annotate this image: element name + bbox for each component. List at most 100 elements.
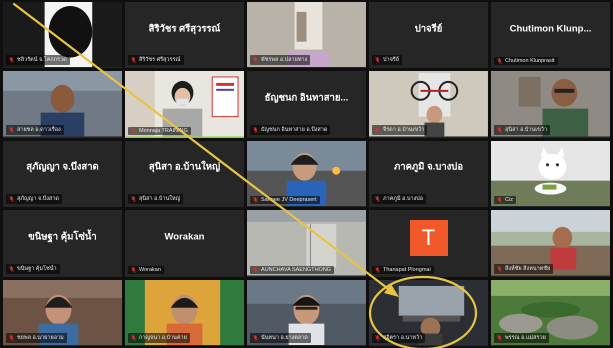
participant-name-label: สายชล อ.ดาวเรือง: [6, 124, 64, 135]
muted-mic-icon: [131, 128, 136, 134]
muted-mic-icon: [253, 335, 258, 341]
participant-name-label: ธัญชนก อินทาสาย อ.บึงสาด: [250, 124, 331, 135]
zoom-gallery-view: ชลิวรัตน์ จ.โคกกรวด สิริวัชร ศรีสุวรรณ์ สิ…: [0, 0, 613, 348]
participant-tile-p12[interactable]: สุนิสา อ.บ้านใหญ่ สุนิสา อ.บ้านใหญ่: [125, 140, 244, 208]
participant-display-name: ขนิษฐา คุ้มโซ่น้ำ: [28, 231, 97, 243]
muted-mic-icon: [131, 266, 136, 273]
participant-tile-p7[interactable]: Monnaja TRAINING: [125, 71, 244, 138]
participant-tile-p14[interactable]: ภาคภูมิ จ.บางบ่อภาคภูมิ อ.บางบ่อ: [369, 140, 488, 208]
participant-tile-p13[interactable]: Sarinee JV Deeprasert: [247, 140, 366, 208]
participant-display-name: Chutimon Klunp...: [509, 23, 592, 35]
muted-mic-icon: [253, 266, 258, 273]
participant-tile-p25[interactable]: พรรณ อ.แม่สรวย: [491, 279, 610, 346]
participant-name-label: ปาจรีย์: [372, 55, 402, 66]
participant-tile-p20[interactable]: สิงห์ชัย สิงหนาทชัย: [491, 210, 610, 277]
muted-mic-icon: [497, 335, 502, 341]
participant-name-text: นันทนา อ.ยางตลาด: [261, 335, 308, 341]
participant-tile-p2[interactable]: สิริวัชร ศรีสุวรรณ์ สิริวัชร ศรีสุวรรณ์: [125, 2, 244, 69]
participant-name-text: สุนิสา อ.บ้านเขว้า: [505, 126, 548, 133]
participant-name-text: Thanapat Plongmai: [383, 266, 431, 273]
participant-name-label: สิงห์ชัย สิงหนาทชัย: [494, 263, 554, 274]
participant-name-text: สิงห์ชัย สิงหนาทชัย: [505, 265, 551, 272]
muted-mic-icon: [9, 127, 14, 133]
participant-name-label: ชยพล อ.นายายอาม: [6, 333, 67, 343]
participant-tile-p16[interactable]: ขนิษฐา คุ้มโซ่น้ำ ขนิษฐา คุ้มโซ่น้ำ: [3, 210, 122, 277]
muted-mic-icon: [9, 335, 14, 341]
participant-tile-p17[interactable]: Worakan Worakan: [125, 210, 244, 277]
participant-display-name: Worakan: [164, 231, 205, 243]
participant-tile-p18[interactable]: AUNCHAVA SAENGTHONG: [247, 210, 366, 277]
muted-mic-icon: [253, 197, 258, 203]
participant-tile-p23[interactable]: นันทนา อ.ยางตลาด: [247, 279, 366, 346]
participant-name-label: Worakan: [128, 265, 164, 274]
participant-tile-p21[interactable]: ชยพล อ.นายายอาม: [3, 279, 122, 346]
muted-mic-icon: [375, 57, 380, 64]
participant-name-text: AUNCHAVA SAENGTHONG: [261, 266, 332, 273]
participant-tile-p10[interactable]: สุนิสา อ.บ้านเขว้า: [491, 71, 610, 138]
participant-name-text: สุนิสา อ.บ้านใหญ่: [139, 196, 181, 203]
participant-name-text: พัชรพล อ.ปลายทาง: [261, 57, 308, 64]
participant-display-name: ภาคภูมิ จ.บางบ่อ: [393, 161, 464, 173]
participant-name-text: พรรณ อ.แม่สรวย: [505, 335, 546, 341]
participant-name-label: สุนิสา อ.บ้านเขว้า: [494, 124, 551, 135]
muted-mic-icon: [497, 197, 502, 203]
participant-tile-p4[interactable]: ปาจรีย์ ปาจรีย์: [369, 2, 488, 69]
participant-name-label: สุนิสา อ.บ้านใหญ่: [128, 194, 184, 205]
participant-name-label: พัชรพล อ.ปลายทาง: [250, 55, 311, 66]
participant-display-name: สุภัญญา จ.บึงสาด: [26, 161, 99, 173]
participant-grid: ชลิวรัตน์ จ.โคกกรวด สิริวัชร ศรีสุวรรณ์ สิ…: [3, 2, 610, 346]
participant-name-label: ภาคภูมิ อ.บางบ่อ: [372, 194, 427, 205]
participant-name-text: จีรดา อ.บ้านเขว้า: [383, 126, 425, 133]
participant-tile-p9[interactable]: จีรดา อ.บ้านเขว้า: [369, 71, 488, 138]
participant-tile-p24[interactable]: สุจิตรา อ.นาหว้า: [369, 279, 488, 346]
participant-name-label: Thanapat Plongmai: [372, 265, 434, 274]
muted-mic-icon: [131, 57, 136, 64]
participant-name-text: สายชล อ.ดาวเรือง: [17, 126, 61, 133]
participant-name-label: จีรดา อ.บ้านเขว้า: [372, 124, 428, 135]
participant-name-text: สุจิตรา อ.นาหว้า: [383, 335, 423, 341]
participant-name-label: Chutimon Klunprasit: [494, 57, 558, 66]
participant-name-text: ขนิษฐา คุ้มโซ่น้ำ: [17, 265, 57, 272]
participant-name-text: สุภัญญา จ.บึงสาด: [17, 196, 59, 203]
participant-name-text: Sarinee JV Deeprasert: [261, 197, 317, 204]
participant-display-name: สุนิสา อ.บ้านใหญ่: [148, 161, 221, 173]
participant-tile-p1[interactable]: ชลิวรัตน์ จ.โคกกรวด: [3, 2, 122, 69]
participant-tile-p15[interactable]: Ciz: [491, 140, 610, 208]
participant-name-label: สิริวัชร ศรีสุวรรณ์: [128, 55, 184, 66]
participant-name-label: สุจิตรา อ.นาหว้า: [372, 333, 426, 343]
muted-mic-icon: [131, 335, 136, 341]
participant-name-label: พรรณ อ.แม่สรวย: [494, 333, 549, 343]
participant-name-label: ขนิษฐา คุ้มโซ่น้ำ: [6, 263, 60, 274]
participant-tile-p19[interactable]: T Thanapat Plongmai: [369, 210, 488, 277]
participant-name-label: ชลิวรัตน์ จ.โคกกรวด: [6, 55, 70, 66]
participant-tile-p3[interactable]: พัชรพล อ.ปลายทาง: [247, 2, 366, 69]
muted-mic-icon: [375, 335, 380, 341]
participant-name-label: สุภัญญา จ.บึงสาด: [6, 194, 62, 205]
participant-name-text: ชยพล อ.นายายอาม: [17, 335, 64, 341]
participant-name-text: Ciz: [505, 197, 513, 204]
muted-mic-icon: [497, 127, 502, 133]
participant-display-name: ธัญชนก อินทาสาย...: [264, 92, 349, 104]
participant-name-text: กาญจนา อ.บ้านค่าย: [139, 335, 187, 341]
participant-name-text: ภาคภูมิ อ.บางบ่อ: [383, 196, 424, 203]
participant-tile-p6[interactable]: สายชล อ.ดาวเรือง: [3, 71, 122, 138]
participant-name-label: นันทนา อ.ยางตลาด: [250, 333, 311, 343]
muted-mic-icon: [253, 57, 258, 64]
participant-display-name: ปาจรีย์: [414, 23, 443, 35]
participant-name-text: สิริวัชร ศรีสุวรรณ์: [139, 57, 181, 64]
muted-mic-icon: [497, 265, 502, 272]
participant-avatar: T: [409, 220, 448, 257]
participant-tile-p22[interactable]: กาญจนา อ.บ้านค่าย: [125, 279, 244, 346]
muted-mic-icon: [375, 196, 380, 202]
muted-mic-icon: [497, 58, 502, 65]
participant-tile-p11[interactable]: สุภัญญา จ.บึงสาด สุภัญญา จ.บึงสาด: [3, 140, 122, 208]
participant-name-text: ปาจรีย์: [383, 57, 399, 64]
participant-name-text: Worakan: [139, 266, 161, 273]
muted-mic-icon: [375, 266, 380, 273]
participant-tile-p5[interactable]: Chutimon Klunp... Chutimon Klunprasit: [491, 2, 610, 69]
muted-mic-icon: [9, 265, 14, 272]
participant-name-text: Chutimon Klunprasit: [505, 58, 555, 65]
participant-name-text: ธัญชนก อินทาสาย อ.บึงสาด: [261, 126, 328, 133]
participant-name-label: กาญจนา อ.บ้านค่าย: [128, 333, 190, 343]
participant-tile-p8[interactable]: ธัญชนก อินทาสาย... ธัญชนก อินทาสาย อ.บึงส…: [247, 71, 366, 138]
